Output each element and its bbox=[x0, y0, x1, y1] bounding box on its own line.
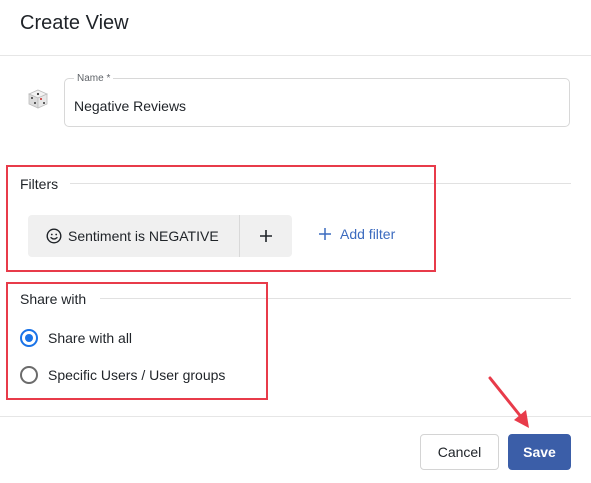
cancel-button[interactable]: Cancel bbox=[420, 434, 499, 470]
filter-chip-label: Sentiment is NEGATIVE bbox=[68, 228, 219, 244]
dialog-title: Create View bbox=[20, 12, 129, 34]
name-field-label: Name * bbox=[74, 73, 114, 84]
filter-chip-group: Sentiment is NEGATIVE bbox=[28, 215, 292, 257]
filters-heading: Filters bbox=[20, 176, 59, 192]
header-divider bbox=[0, 55, 591, 56]
name-field[interactable] bbox=[64, 78, 570, 127]
name-input[interactable] bbox=[74, 98, 554, 114]
radio-button-unselected[interactable] bbox=[20, 366, 38, 384]
radio-label-share-all: Share with all bbox=[48, 330, 133, 346]
share-heading: Share with bbox=[20, 291, 87, 307]
add-to-filter-button[interactable] bbox=[240, 215, 292, 257]
filter-chip-sentiment[interactable]: Sentiment is NEGATIVE bbox=[28, 215, 240, 257]
radio-share-with-all[interactable]: Share with all bbox=[20, 329, 132, 347]
dice-icon bbox=[28, 89, 48, 109]
annotation-arrow-icon bbox=[488, 376, 529, 428]
share-divider bbox=[100, 298, 571, 299]
radio-label-specific-users: Specific Users / User groups bbox=[48, 367, 226, 383]
filters-divider bbox=[70, 183, 571, 184]
radio-button-selected[interactable] bbox=[20, 329, 38, 347]
plus-icon bbox=[260, 230, 272, 242]
add-filter-label: Add filter bbox=[340, 226, 396, 242]
add-filter-button[interactable]: Add filter bbox=[318, 226, 395, 242]
add-filter-plus-icon bbox=[319, 228, 331, 240]
save-button[interactable]: Save bbox=[508, 434, 571, 470]
radio-specific-users[interactable]: Specific Users / User groups bbox=[20, 366, 225, 384]
footer-divider bbox=[0, 416, 591, 417]
smiley-icon bbox=[46, 228, 62, 244]
